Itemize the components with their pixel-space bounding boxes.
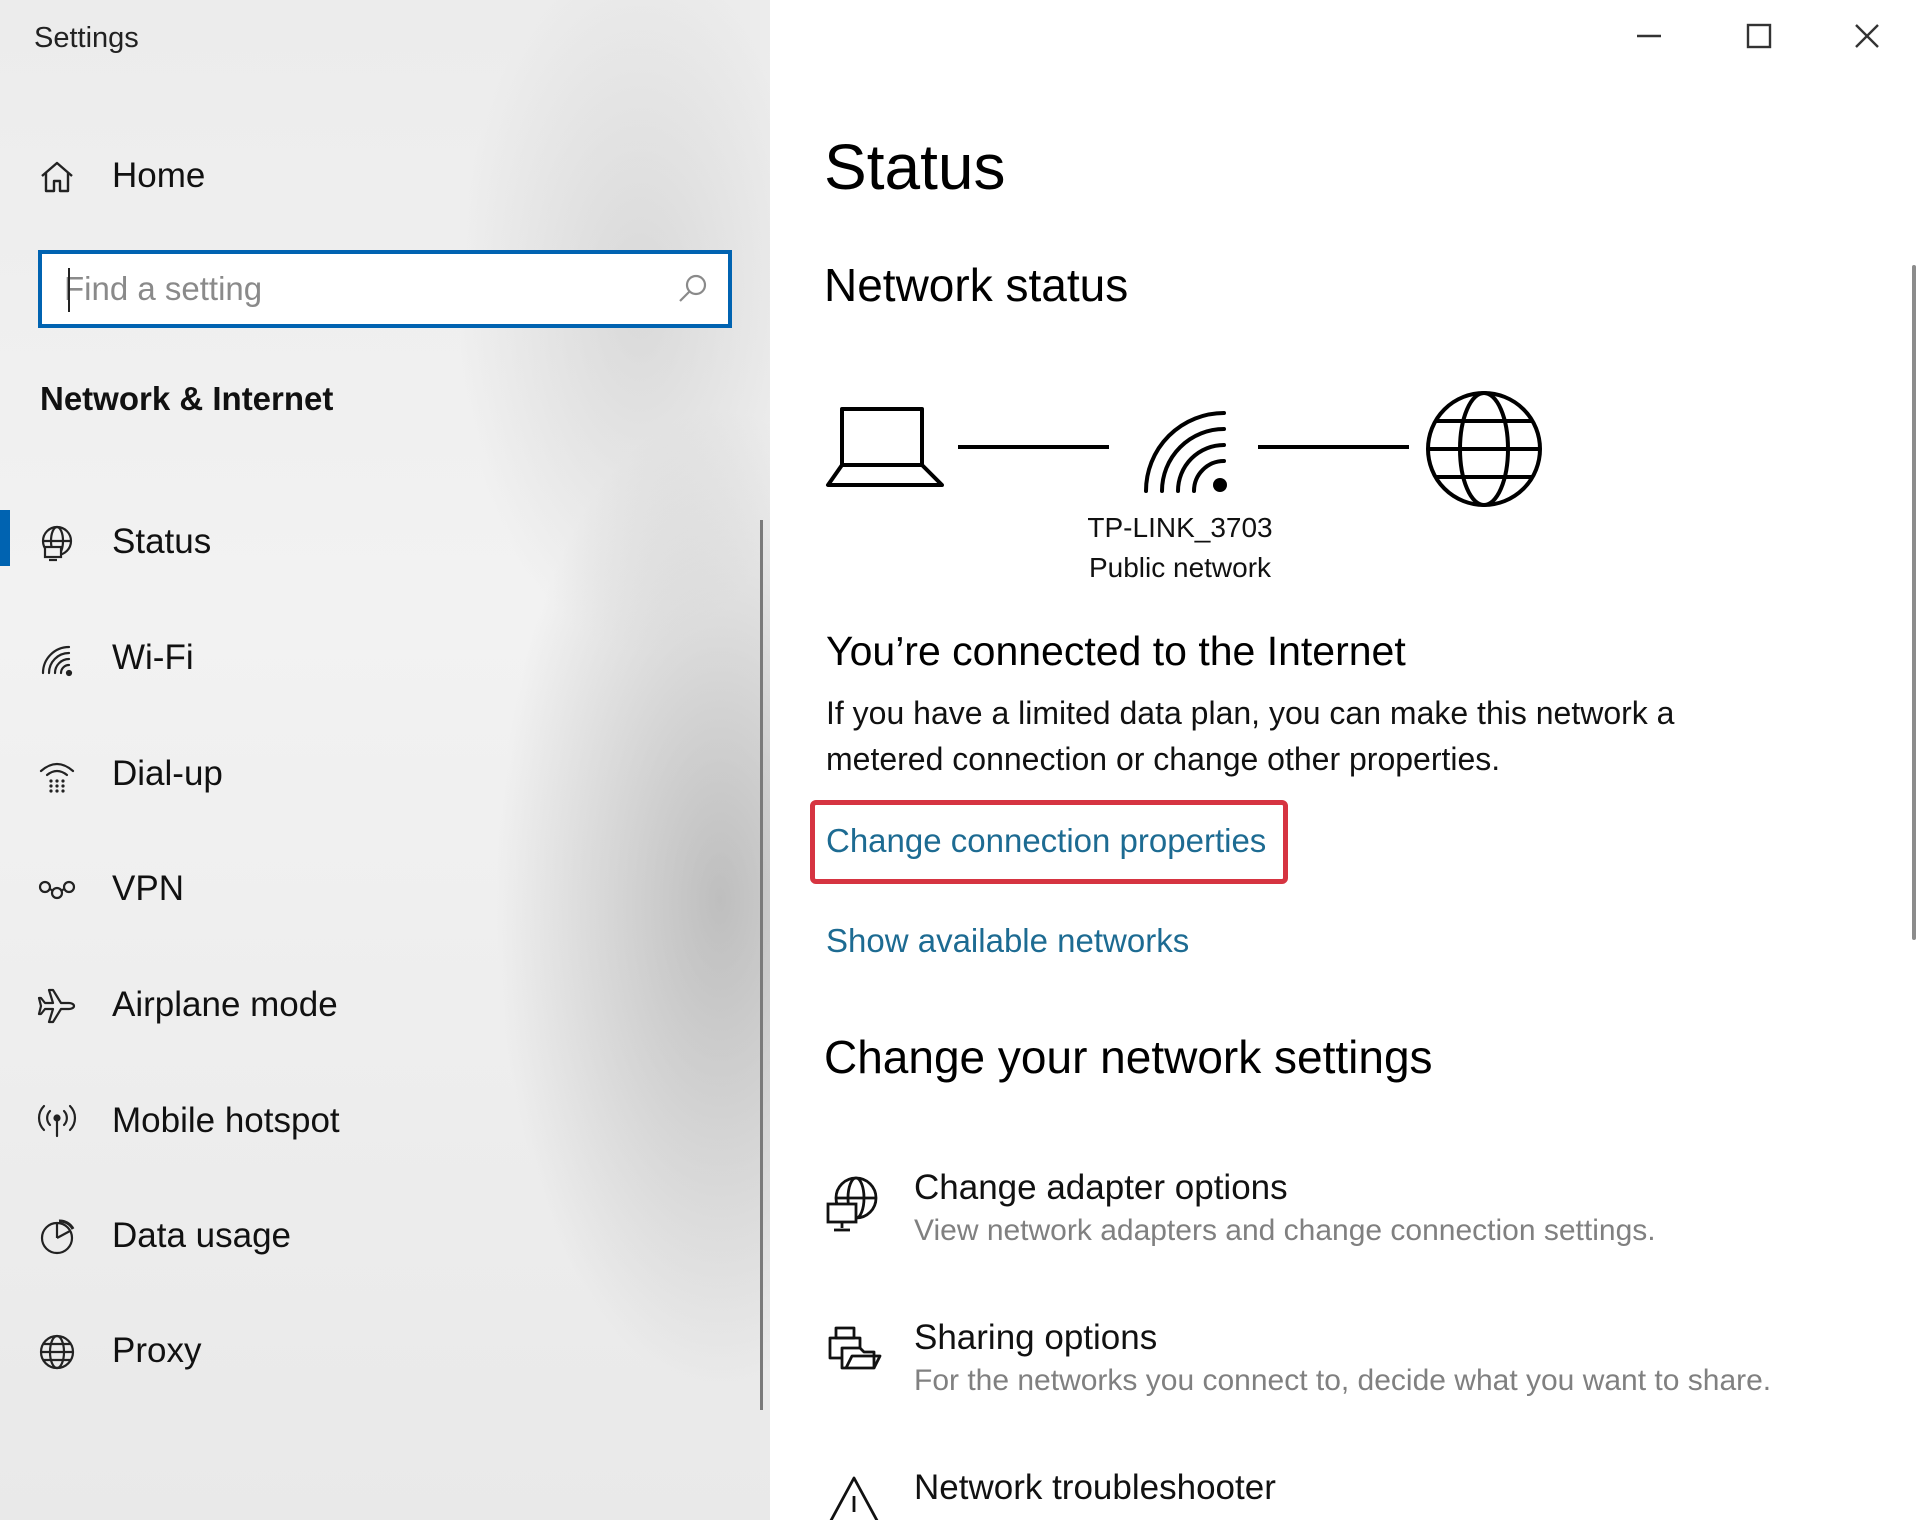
warning-icon — [824, 1474, 884, 1520]
wifi-icon — [36, 638, 78, 680]
status-globe-icon — [36, 522, 78, 564]
sidebar-item-proxy[interactable]: Proxy — [0, 1311, 740, 1391]
laptop-icon — [826, 407, 944, 487]
connected-title: You’re connected to the Internet — [826, 628, 1406, 674]
adapter-icon — [824, 1174, 884, 1234]
sidebar-item-data-usage[interactable]: Data usage — [0, 1196, 740, 1276]
sidebar-item-label: Home — [112, 156, 206, 195]
setting-description: View network adapters and change connect… — [914, 1214, 1656, 1247]
vpn-icon — [36, 869, 78, 911]
setting-description: For the networks you connect to, decide … — [914, 1364, 1772, 1397]
minimize-icon — [1634, 21, 1664, 56]
airplane-icon — [36, 985, 78, 1027]
sidebar-item-label: Wi-Fi — [112, 638, 194, 677]
app-title: Settings — [34, 22, 139, 54]
maximize-icon — [1744, 21, 1774, 56]
sidebar-item-mobile-hotspot[interactable]: Mobile hotspot — [0, 1081, 740, 1161]
setting-title: Change adapter options — [914, 1168, 1288, 1207]
sidebar-item-label: Proxy — [112, 1331, 202, 1370]
sharing-options[interactable]: Sharing options For the networks you con… — [824, 1318, 1824, 1428]
section-heading: Network & Internet — [40, 380, 334, 417]
search-icon[interactable] — [676, 272, 710, 306]
internet-globe-icon — [1426, 391, 1542, 507]
sidebar-item-label: Dial-up — [112, 754, 223, 793]
sidebar-item-wifi[interactable]: Wi-Fi — [0, 618, 740, 698]
connected-description: If you have a limited data plan, you can… — [826, 695, 1675, 777]
network-status-heading: Network status — [824, 259, 1129, 311]
wifi-signal-icon — [1144, 411, 1227, 493]
sidebar-item-label: Airplane mode — [112, 985, 338, 1024]
sidebar-item-label: VPN — [112, 869, 184, 908]
close-button[interactable] — [1822, 8, 1912, 68]
sidebar-item-status[interactable]: Status — [0, 502, 740, 582]
sidebar-divider — [760, 520, 763, 1410]
data-usage-icon — [36, 1216, 78, 1258]
change-adapter-options[interactable]: Change adapter options View network adap… — [824, 1168, 1824, 1278]
sidebar-item-dialup[interactable]: Dial-up — [0, 734, 740, 814]
sidebar-item-label: Status — [112, 522, 212, 561]
network-name: TP-LINK_3703 — [1087, 512, 1273, 543]
network-troubleshooter[interactable]: Network troubleshooter — [824, 1468, 1824, 1520]
minimize-button[interactable] — [1604, 8, 1694, 68]
close-icon — [1852, 21, 1882, 56]
globe-icon — [36, 1331, 78, 1373]
setting-title: Network troubleshooter — [914, 1468, 1276, 1507]
sidebar-item-home[interactable]: Home — [0, 136, 740, 216]
change-connection-properties-link[interactable]: Change connection properties — [826, 822, 1266, 860]
maximize-button[interactable] — [1714, 8, 1804, 68]
sidebar-item-airplane-mode[interactable]: Airplane mode — [0, 965, 740, 1045]
network-diagram — [826, 391, 1542, 507]
page-title: Status — [824, 131, 1006, 203]
setting-title: Sharing options — [914, 1318, 1158, 1357]
text-caret — [68, 268, 70, 312]
search-input[interactable] — [64, 264, 644, 314]
sidebar: Settings Home Network & Internet — [0, 0, 770, 1520]
sharing-icon — [824, 1324, 884, 1384]
sidebar-item-label: Mobile hotspot — [112, 1101, 340, 1140]
show-available-networks-link[interactable]: Show available networks — [826, 922, 1189, 960]
sidebar-item-label: Data usage — [112, 1216, 292, 1255]
home-icon — [36, 156, 78, 198]
change-settings-heading: Change your network settings — [824, 1031, 1433, 1083]
scrollbar[interactable] — [1912, 265, 1916, 940]
dialup-icon — [36, 754, 78, 796]
hotspot-icon — [36, 1101, 78, 1143]
sidebar-item-vpn[interactable]: VPN — [0, 849, 740, 929]
network-type: Public network — [1088, 552, 1272, 583]
search-box[interactable] — [38, 250, 732, 328]
